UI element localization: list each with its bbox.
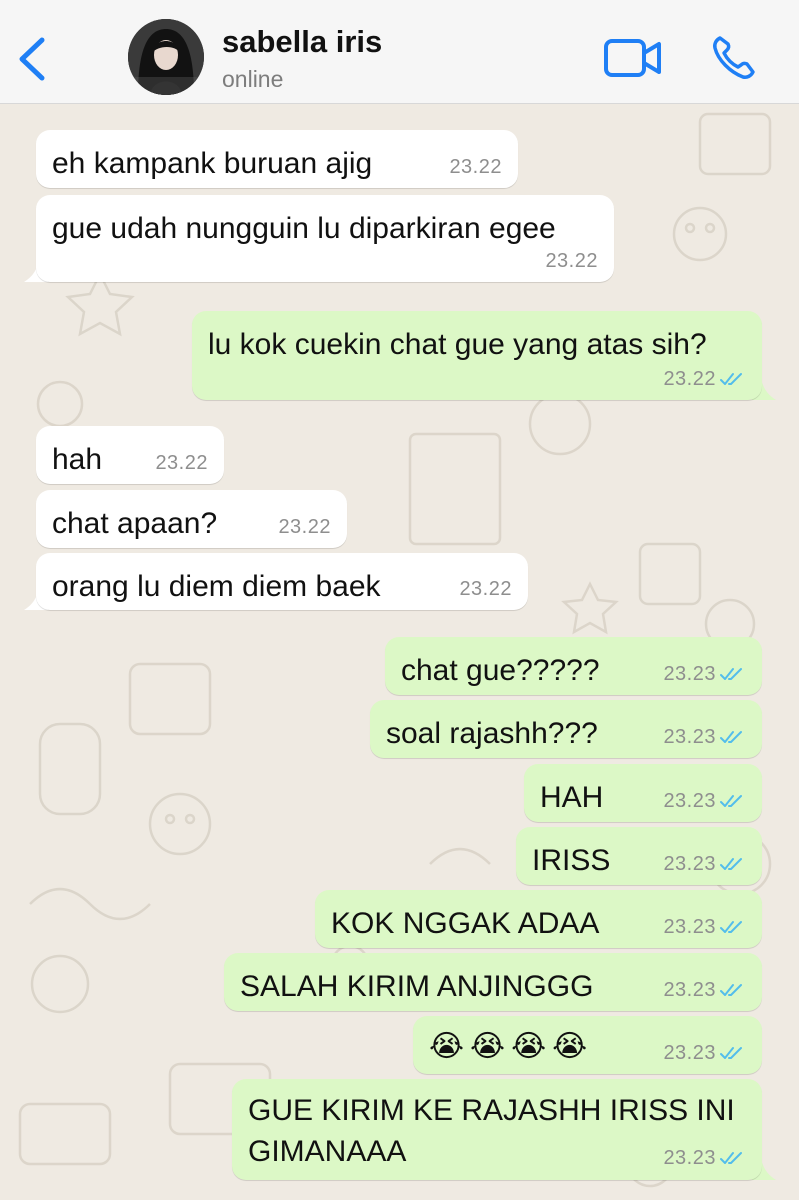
message-text: lu kok cuekin chat gue yang atas sih? <box>208 328 707 361</box>
message-bubble-outgoing[interactable]: SALAH KIRIM ANJINGGG 23.23 <box>224 953 762 1011</box>
chat-header: sabella iris online <box>0 0 799 104</box>
double-check-icon <box>720 921 742 933</box>
double-check-icon <box>720 795 742 807</box>
message-time: 23.22 <box>155 452 208 474</box>
message-text: gue udah nungguin lu diparkiran egee <box>52 212 556 245</box>
video-camera-icon <box>604 39 661 77</box>
double-check-icon <box>720 731 742 743</box>
message-bubble-outgoing[interactable]: GUE KIRIM KE RAJASHH IRISS INI GIMANAAA … <box>232 1079 762 1180</box>
message-time: 23.22 <box>663 366 746 392</box>
message-time: 23.23 <box>663 1040 746 1066</box>
message-text: SALAH KIRIM ANJINGGG <box>240 970 594 1003</box>
message-bubble-incoming[interactable]: chat apaan? 23.22 <box>36 490 347 548</box>
message-text: hah <box>52 443 103 476</box>
message-bubble-outgoing[interactable]: chat gue????? 23.23 <box>385 637 762 695</box>
message-bubble-outgoing[interactable]: IRISS 23.23 <box>516 827 762 885</box>
phone-icon <box>713 36 755 79</box>
message-bubble-incoming[interactable]: orang lu diem diem baek 23.22 <box>36 553 528 610</box>
message-bubble-outgoing[interactable]: HAH 23.23 <box>524 764 762 822</box>
message-time: 23.22 <box>449 156 502 178</box>
message-bubble-incoming[interactable]: hah 23.22 <box>36 426 224 484</box>
message-bubble-outgoing[interactable]: KOK NGGAK ADAA 23.23 <box>315 890 762 948</box>
message-time: 23.23 <box>663 977 746 1003</box>
message-time: 23.23 <box>663 851 746 877</box>
contact-name[interactable]: sabella iris <box>222 24 382 60</box>
message-text: soal rajashh??? <box>386 717 598 750</box>
message-time: 23.23 <box>663 914 746 940</box>
message-bubble-outgoing[interactable]: soal rajashh??? 23.23 <box>370 700 762 758</box>
message-text: orang lu diem diem baek <box>52 570 381 603</box>
chevron-left-icon <box>19 37 45 81</box>
double-check-icon <box>720 858 742 870</box>
message-bubble-outgoing[interactable]: 😭😭😭😭 23.23 <box>413 1016 762 1074</box>
message-text: HAH <box>540 781 604 814</box>
double-check-icon <box>720 1152 742 1164</box>
message-bubble-incoming[interactable]: eh kampank buruan ajig 23.22 <box>36 130 518 188</box>
avatar-image <box>128 19 204 95</box>
message-time: 23.23 <box>663 724 746 750</box>
video-call-button[interactable] <box>603 36 663 85</box>
message-bubble-incoming[interactable]: gue udah nungguin lu diparkiran egee 23.… <box>36 195 614 282</box>
message-text: eh kampank buruan ajig <box>52 147 373 180</box>
double-check-icon <box>720 668 742 680</box>
contact-status: online <box>222 66 284 92</box>
message-time: 23.23 <box>663 661 746 687</box>
message-text: chat apaan? <box>52 507 218 540</box>
message-time: 23.22 <box>278 516 331 538</box>
message-list[interactable]: eh kampank buruan ajig 23.22 gue udah nu… <box>0 104 799 1200</box>
message-time: 23.23 <box>663 1145 746 1172</box>
message-bubble-outgoing[interactable]: lu kok cuekin chat gue yang atas sih? 23… <box>192 311 762 400</box>
message-text: IRISS <box>532 844 611 877</box>
voice-call-button[interactable] <box>710 34 758 87</box>
double-check-icon <box>720 373 742 385</box>
double-check-icon <box>720 1047 742 1059</box>
message-time: 23.22 <box>459 578 512 600</box>
message-text: chat gue????? <box>401 654 600 687</box>
message-time: 23.22 <box>545 250 598 272</box>
message-text: KOK NGGAK ADAA <box>331 907 600 940</box>
message-text: GUE KIRIM KE RAJASHH IRISS INI GIMANAAA <box>248 1094 735 1168</box>
message-text: 😭😭😭😭 <box>429 1030 594 1063</box>
double-check-icon <box>720 984 742 996</box>
message-time: 23.23 <box>663 788 746 814</box>
avatar[interactable] <box>128 19 204 95</box>
back-button[interactable] <box>12 34 56 84</box>
